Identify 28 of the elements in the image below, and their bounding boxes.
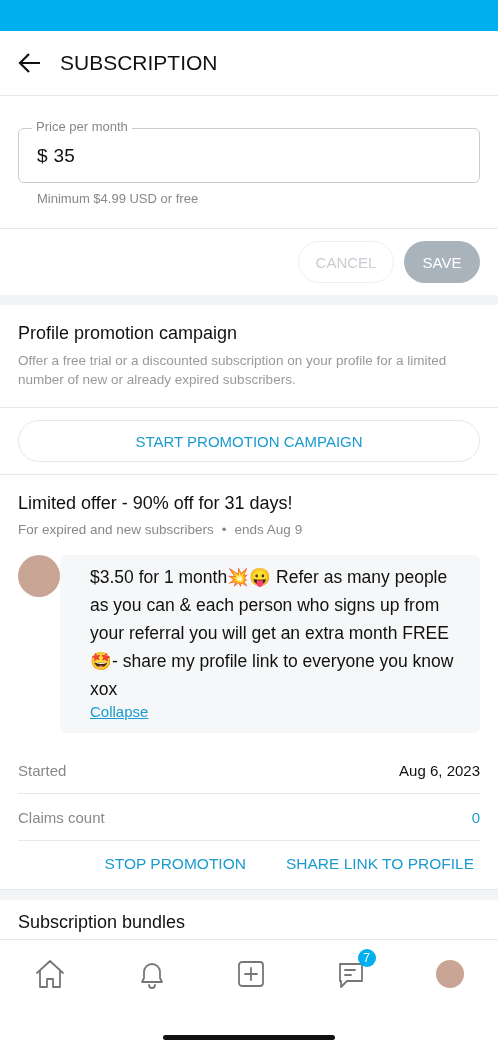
profile-avatar	[18, 555, 60, 597]
share-link-button[interactable]: SHARE LINK TO PROFILE	[285, 855, 474, 873]
collapse-link[interactable]: Collapse	[90, 703, 149, 720]
home-icon	[34, 958, 66, 989]
page-title: SUBSCRIPTION	[60, 51, 218, 75]
start-promotion-button[interactable]: START PROMOTION CAMPAIGN	[18, 420, 480, 462]
back-icon[interactable]	[18, 52, 42, 74]
offer-title: Limited offer - 90% off for 31 days!	[18, 493, 294, 514]
section-title: Profile promotion campaign	[18, 323, 239, 344]
stat-value[interactable]: 0	[471, 808, 480, 826]
currency-symbol: $	[37, 144, 48, 167]
field-hint: Minimum $4.99 USD or free	[36, 190, 200, 208]
stat-value: Aug 6, 2023	[399, 761, 480, 779]
offer-message: $3.50 for 1 month💥😛 Refer as many people as you can & each person who signs up from your referral you will get an extra month FREE 🤩- share my profile link to everyone you know xox	[90, 566, 455, 701]
stop-promotion-button[interactable]: STOP PROMOTION	[104, 855, 246, 873]
section-title: Subscription bundles	[18, 912, 187, 933]
offer-end-date: ends Aug 9	[234, 522, 303, 537]
section-description: Offer a free trial or a discounted subscription on your profile for a limited number of new or already expired subscribers.	[18, 352, 448, 389]
offer-audience: For expired and new subscribers	[18, 522, 214, 537]
nav-tab[interactable]: 7	[323, 946, 378, 1001]
field-label: Price per month	[32, 119, 132, 134]
add-icon	[237, 959, 265, 988]
stat-label: Claims count	[18, 808, 105, 826]
unread-badge: 7	[357, 948, 376, 967]
stat-label: Started	[18, 761, 67, 779]
profile-avatar	[436, 959, 464, 988]
separator-dot: •	[221, 522, 227, 537]
price-value: 35	[53, 144, 75, 167]
